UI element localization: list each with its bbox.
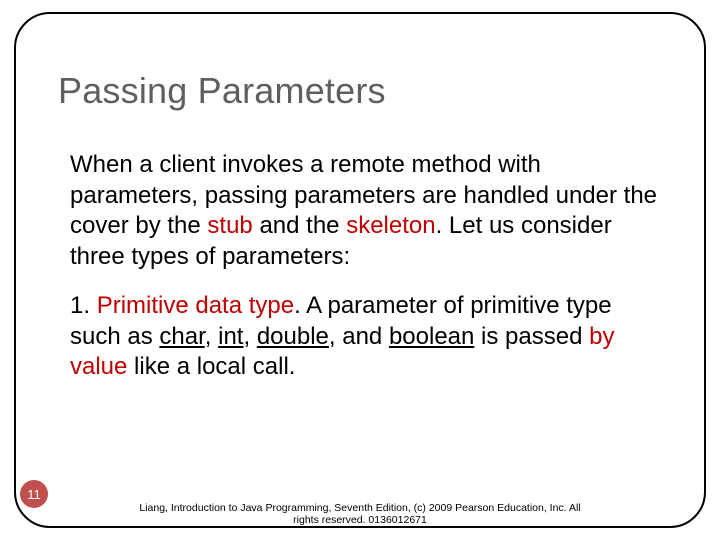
p1-highlight-stub: stub — [207, 212, 252, 239]
slide-title: Passing Parameters — [58, 70, 662, 112]
p2-text-3: , — [205, 323, 218, 350]
p2-text-6: is passed — [474, 323, 589, 350]
page-number-badge: 11 — [20, 480, 48, 508]
slide-body: When a client invokes a remote method wi… — [70, 150, 660, 401]
paragraph-2: 1. Primitive data type. A parameter of p… — [70, 291, 660, 383]
p2-text-7: like a local call. — [127, 353, 295, 380]
p2-underline-boolean: boolean — [389, 323, 474, 350]
footer-line-2: rights reserved. 0136012671 — [120, 514, 600, 526]
p2-highlight-primitive: Primitive data type — [97, 292, 294, 319]
p2-underline-int: int — [218, 323, 243, 350]
footer: Liang, Introduction to Java Programming,… — [120, 502, 600, 526]
p2-text-5: , and — [329, 323, 389, 350]
p1-highlight-skeleton: skeleton — [346, 212, 435, 239]
paragraph-1: When a client invokes a remote method wi… — [70, 150, 660, 273]
footer-line-1: Liang, Introduction to Java Programming,… — [120, 502, 600, 514]
slide: Passing Parameters When a client invokes… — [0, 0, 720, 540]
p1-text-2: and the — [253, 212, 346, 239]
p2-text-1: 1. — [70, 292, 97, 319]
p2-text-4: , — [243, 323, 256, 350]
p2-underline-char: char — [159, 323, 204, 350]
p2-underline-double: double — [257, 323, 329, 350]
